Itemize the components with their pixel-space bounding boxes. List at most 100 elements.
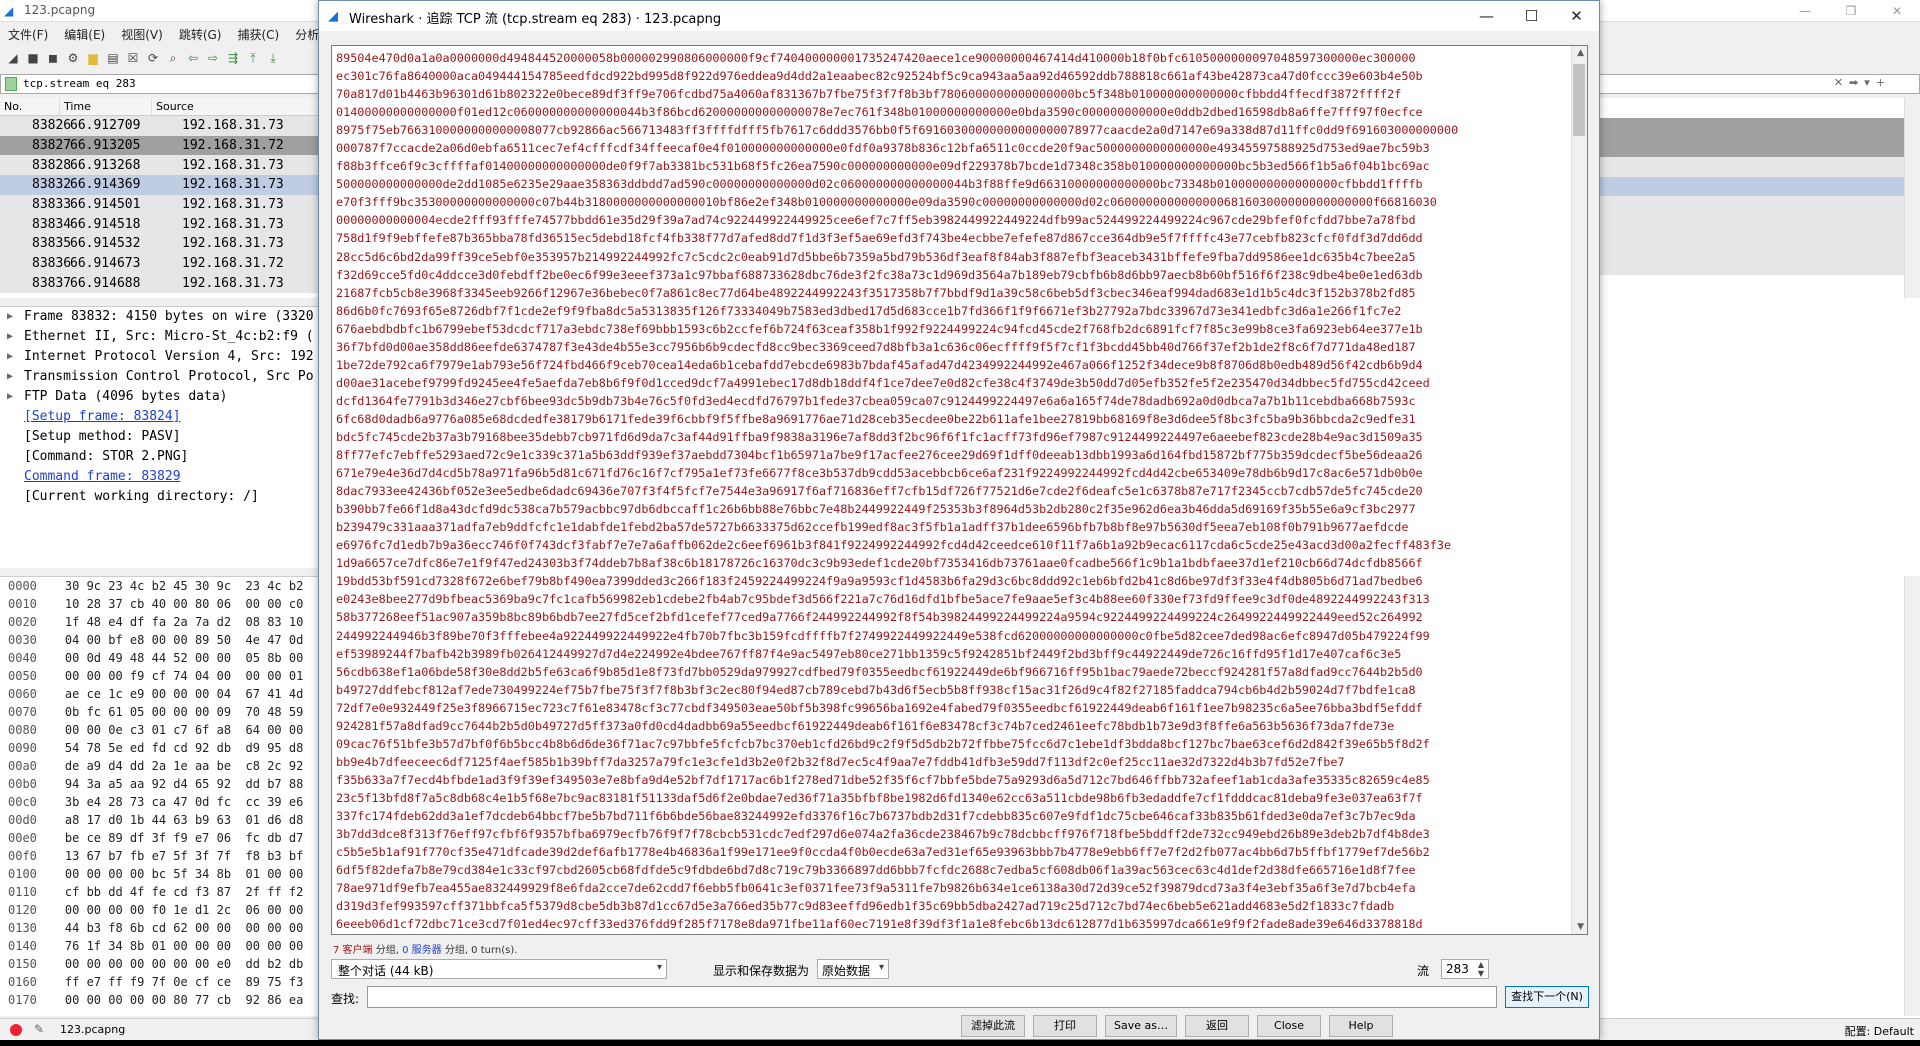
setup-frame-link[interactable]: [Setup frame: 83824] <box>24 409 181 424</box>
detail-command[interactable]: [Command: STOR 2.PNG] <box>0 447 322 467</box>
bytes-row[interactable]: 0150 00 00 00 00 00 00 00 e0 dd b2 db <box>0 955 322 973</box>
bytes-row[interactable]: 0020 1f 48 e4 df fa 2a 7a d2 08 83 10 <box>0 613 322 631</box>
minimize-icon[interactable]: — <box>1464 1 1509 31</box>
detail-tcp[interactable]: ▶ Transmission Control Protocol, Src Po <box>0 367 322 387</box>
expand-arrow-icon[interactable]: ▶ <box>7 327 13 347</box>
bytes-row[interactable]: 00c0 3b e4 28 73 ca 47 0d fc cc 39 e6 <box>0 793 322 811</box>
scroll-down-icon[interactable]: ▼ <box>1577 922 1584 932</box>
save-as-button[interactable]: Save as… <box>1105 1015 1177 1037</box>
minimize-icon[interactable]: — <box>1782 0 1828 22</box>
menu-go[interactable]: 跳转(G) <box>171 24 230 44</box>
format-select[interactable]: 原始数据 ▾ <box>817 959 889 979</box>
go-first-icon[interactable]: ⤒ <box>244 49 262 67</box>
filter-history-icon[interactable]: ▾ <box>1864 76 1870 89</box>
find-input[interactable] <box>367 986 1497 1008</box>
detail-command-frame[interactable]: Command frame: 83829 <box>0 467 322 487</box>
conversation-select[interactable]: 整个对话 (44 kB) ▾ <box>331 959 667 979</box>
bytes-scrollbar[interactable] <box>1904 576 1920 1016</box>
packet-row-selected[interactable]: 83832 66.914369 192.168.31.73 <box>0 175 322 195</box>
reload-file-icon[interactable]: ⟳ <box>144 49 162 67</box>
find-next-button[interactable]: 查找下一个(N) <box>1505 986 1589 1008</box>
command-frame-link[interactable]: Command frame: 83829 <box>24 469 181 484</box>
add-filter-button-icon[interactable]: + <box>1876 76 1885 89</box>
close-file-icon[interactable]: ☒ <box>124 49 142 67</box>
stop-capture-icon[interactable]: ■ <box>24 49 42 67</box>
help-button[interactable]: Help <box>1329 1015 1393 1037</box>
menu-edit[interactable]: 编辑(E) <box>56 24 113 44</box>
clear-filter-icon[interactable]: ✕ <box>1834 76 1843 89</box>
bytes-row[interactable]: 0090 54 78 5e ed fd cd 92 db d9 95 d8 <box>0 739 322 757</box>
bytes-row[interactable]: 0000 30 9c 23 4c b2 45 30 9c 23 4c b2 <box>0 577 322 595</box>
menu-file[interactable]: 文件(F) <box>0 24 56 44</box>
stream-content-area[interactable]: 89504e470d0a1a0a0000000d494844520000058b… <box>331 45 1588 935</box>
go-back-icon[interactable]: ⇦ <box>184 49 202 67</box>
column-time[interactable]: Time <box>60 98 152 115</box>
scroll-up-icon[interactable]: ▲ <box>1577 48 1584 58</box>
back-button[interactable]: 返回 <box>1185 1015 1249 1037</box>
bytes-row[interactable]: 0170 00 00 00 00 00 80 77 cb 92 86 ea <box>0 991 322 1009</box>
print-button[interactable]: 打印 <box>1033 1015 1097 1037</box>
packet-list-scrollbar[interactable] <box>1904 98 1920 298</box>
bytes-row[interactable]: 0050 00 00 00 f9 cf 74 04 00 00 00 01 <box>0 667 322 685</box>
detail-ethernet[interactable]: ▶ Ethernet II, Src: Micro-St_4c:b2:f9 ( <box>0 327 322 347</box>
expand-arrow-icon[interactable]: ▶ <box>7 367 13 387</box>
bytes-row[interactable]: 00b0 94 3a a5 aa 92 d4 65 92 dd b7 88 <box>0 775 322 793</box>
packet-row[interactable]: 83835 66.914532 192.168.31.73 <box>0 234 322 254</box>
detail-cwd[interactable]: [Current working directory: /] <box>0 487 322 507</box>
bytes-row[interactable]: 0080 00 00 0e c3 01 c7 6f a8 64 00 00 <box>0 721 322 739</box>
detail-ipv4[interactable]: ▶ Internet Protocol Version 4, Src: 192 <box>0 347 322 367</box>
go-forward-icon[interactable]: ⇨ <box>204 49 222 67</box>
packet-row[interactable]: 83826 66.912709 192.168.31.73 <box>0 116 322 136</box>
scrollbar-thumb[interactable] <box>1573 64 1585 136</box>
close-icon[interactable]: ✕ <box>1554 1 1599 31</box>
bytes-row[interactable]: 0100 00 00 00 00 bc 5f 34 8b 01 00 00 <box>0 865 322 883</box>
detail-setup-method[interactable]: [Setup method: PASV] <box>0 427 322 447</box>
bytes-row[interactable]: 00f0 13 67 b7 fb e7 5f 3f 7f f8 b3 bf <box>0 847 322 865</box>
stream-scrollbar[interactable]: ▲ ▼ <box>1571 46 1587 934</box>
stepper-arrows-icon[interactable]: ▲ ▼ <box>1478 960 1484 978</box>
detail-frame[interactable]: ▶ Frame 83832: 4150 bytes on wire (3320 <box>0 307 322 327</box>
bytes-row[interactable]: 0010 10 28 37 cb 40 00 80 06 00 00 c0 <box>0 595 322 613</box>
display-filter-input[interactable]: tcp.stream eq 283 <box>23 77 136 90</box>
column-no[interactable]: No. <box>0 98 60 115</box>
expand-arrow-icon[interactable]: ▶ <box>7 307 13 327</box>
expand-arrow-icon[interactable]: ▶ <box>7 347 13 367</box>
capture-status-icon[interactable] <box>10 1024 22 1036</box>
column-source[interactable]: Source <box>152 98 322 115</box>
stream-number-stepper[interactable]: 283 ▲ ▼ <box>1441 959 1489 979</box>
close-icon[interactable]: ✕ <box>1874 0 1920 22</box>
bytes-row[interactable]: 00d0 a8 17 d0 1b 44 63 b9 63 01 d6 d8 <box>0 811 322 829</box>
capture-options-icon[interactable]: ⚙ <box>64 49 82 67</box>
menu-capture[interactable]: 捕获(C) <box>229 24 287 44</box>
bytes-row[interactable]: 0040 00 0d 49 48 44 52 00 00 05 8b 00 <box>0 649 322 667</box>
bytes-row[interactable]: 00e0 be ce 89 df 3f f9 e7 06 fc db d7 <box>0 829 322 847</box>
status-profile[interactable]: 配置: Default <box>1845 1023 1914 1039</box>
start-capture-icon[interactable]: ◢ <box>4 49 22 67</box>
go-last-icon[interactable]: ⤓ <box>264 49 282 67</box>
packet-row[interactable]: 83836 66.914673 192.168.31.72 <box>0 253 322 274</box>
expand-arrow-icon[interactable]: ▶ <box>7 387 13 407</box>
bytes-row[interactable]: 0030 04 00 bf e8 00 00 89 50 4e 47 0d <box>0 631 322 649</box>
bytes-row[interactable]: 0160 ff e7 ff f9 7f 0e cf ce 89 75 f3 <box>0 973 322 991</box>
packet-row[interactable]: 83833 66.914501 192.168.31.73 <box>0 194 322 215</box>
restore-icon[interactable]: ❐ <box>1828 0 1874 22</box>
bookmark-icon[interactable] <box>5 77 17 91</box>
bytes-row[interactable]: 0070 0b fc 61 05 00 00 00 09 70 48 59 <box>0 703 322 721</box>
bytes-row[interactable]: 0110 cf bb dd 4f fe cd f3 87 2f ff f2 <box>0 883 322 901</box>
bytes-row[interactable]: 0120 00 00 00 00 f0 1e d1 2c 06 00 00 <box>0 901 322 919</box>
detail-ftp-data[interactable]: ▶ FTP Data (4096 bytes data) <box>0 387 322 407</box>
menu-view[interactable]: 视图(V) <box>113 24 171 44</box>
packet-row[interactable]: 83828 66.913268 192.168.31.73 <box>0 155 322 176</box>
open-file-icon[interactable]: ▆ <box>84 49 102 67</box>
detail-setup-frame[interactable]: [Setup frame: 83824] <box>0 407 322 427</box>
stream-hex-text[interactable]: 89504e470d0a1a0a0000000d494844520000058b… <box>336 49 1562 933</box>
bytes-row[interactable]: 00a0 de a9 d4 dd 2a 1e aa be c8 2c 92 <box>0 757 322 775</box>
maximize-icon[interactable]: ☐ <box>1509 1 1554 31</box>
restart-capture-icon[interactable]: ◼ <box>44 49 62 67</box>
packet-row[interactable]: 83827 66.913205 192.168.31.72 <box>0 135 322 156</box>
filter-out-stream-button[interactable]: 滤掉此流 <box>961 1015 1025 1037</box>
edit-comment-icon[interactable]: ✎ <box>34 1022 44 1036</box>
bytes-row[interactable]: 0130 44 b3 f8 6b cd 62 00 00 00 00 00 <box>0 919 322 937</box>
packet-row[interactable]: 83837 66.914688 192.168.31.73 <box>0 273 322 294</box>
bytes-row[interactable]: 0140 76 1f 34 8b 01 00 00 00 00 00 00 <box>0 937 322 955</box>
